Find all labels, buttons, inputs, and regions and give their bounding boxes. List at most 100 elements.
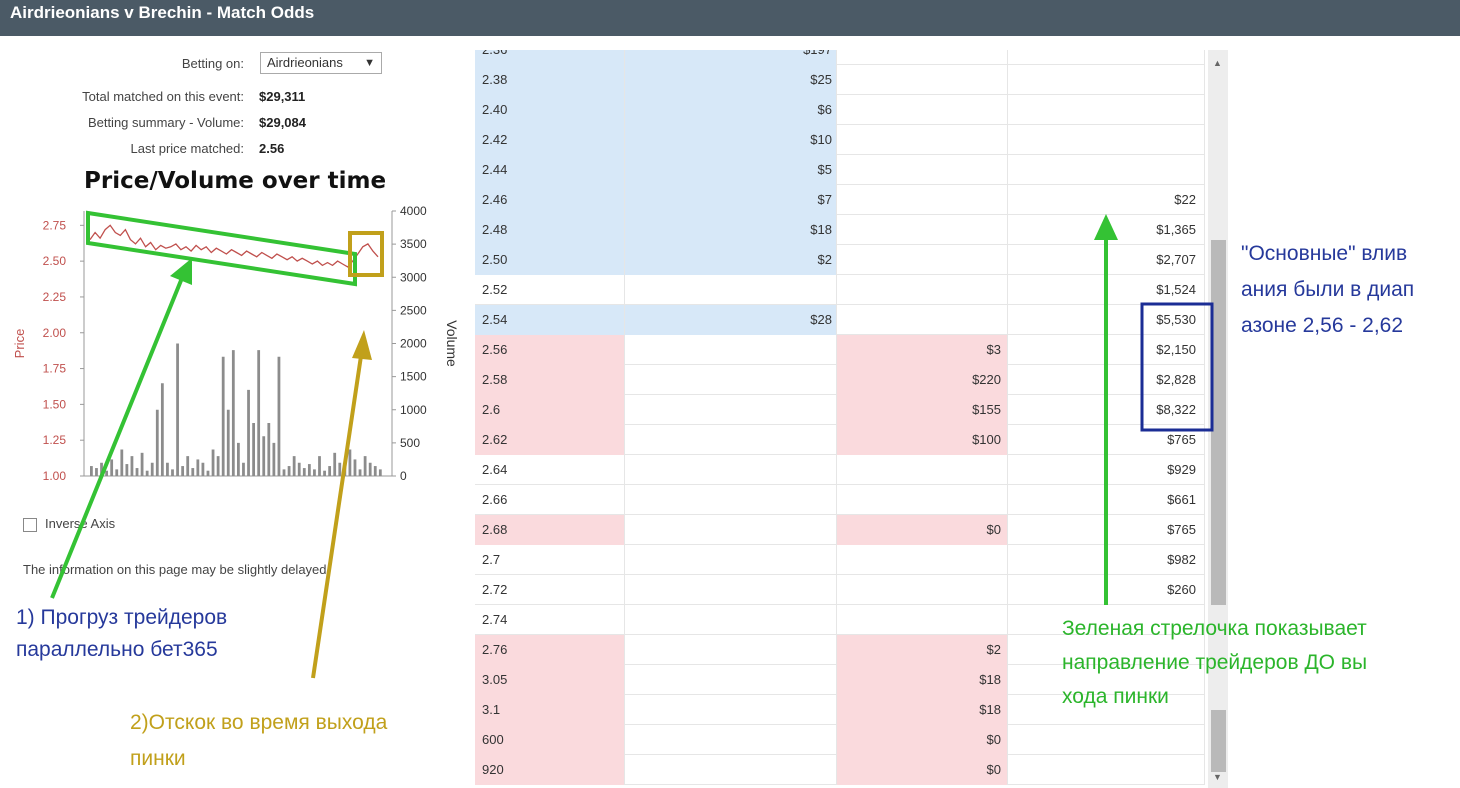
ladder-back-cell[interactable]: $28 — [625, 305, 837, 335]
ladder-price[interactable]: 2.58 — [475, 365, 625, 395]
ladder-lay-cell[interactable] — [837, 275, 1008, 305]
inverse-axis-row[interactable]: Inverse Axis — [23, 514, 115, 534]
ladder-back-cell[interactable] — [625, 635, 837, 665]
scroll-up-icon[interactable]: ▲ — [1213, 58, 1222, 68]
ladder-back-cell[interactable] — [625, 605, 837, 635]
ladder-back-cell[interactable] — [625, 515, 837, 545]
ladder-price[interactable]: 2.46 — [475, 185, 625, 215]
ladder-price[interactable]: 2.38 — [475, 65, 625, 95]
ladder-back-cell[interactable] — [625, 335, 837, 365]
betting-summary-label: Betting summary - Volume: — [87, 115, 244, 130]
ladder-lay-cell[interactable] — [837, 305, 1008, 335]
ladder-price[interactable]: 3.1 — [475, 695, 625, 725]
volume-bar — [90, 466, 93, 476]
volume-bar — [277, 356, 281, 476]
ladder-back-cell[interactable]: $25 — [625, 65, 837, 95]
ladder-back-cell[interactable] — [625, 485, 837, 515]
ladder-lay-cell[interactable]: $100 — [837, 425, 1008, 455]
ladder-back-cell[interactable] — [625, 395, 837, 425]
ladder-scroll-thumb-lower[interactable] — [1211, 710, 1226, 772]
ladder-lay-cell[interactable] — [837, 95, 1008, 125]
ladder-price[interactable]: 920 — [475, 755, 625, 785]
ladder-row: 2.38 $25 — [475, 65, 1205, 95]
ladder-lay-cell[interactable]: $0 — [837, 725, 1008, 755]
ladder-lay-cell[interactable] — [837, 65, 1008, 95]
ladder-price[interactable]: 2.54 — [475, 305, 625, 335]
ladder-lay-cell[interactable] — [837, 215, 1008, 245]
ladder-back-cell[interactable]: $10 — [625, 125, 837, 155]
ladder-back-cell[interactable] — [625, 755, 837, 785]
volume-bar — [323, 470, 326, 476]
ladder-price[interactable]: 2.44 — [475, 155, 625, 185]
ladder-lay-cell[interactable]: $2 — [837, 635, 1008, 665]
ladder-price[interactable]: 600 — [475, 725, 625, 755]
ladder-lay-cell[interactable] — [837, 575, 1008, 605]
ladder-back-cell[interactable] — [625, 665, 837, 695]
ladder-price[interactable]: 2.74 — [475, 605, 625, 635]
ladder-price[interactable]: 2.7 — [475, 545, 625, 575]
ladder-back-cell[interactable] — [625, 455, 837, 485]
ladder-lay-cell[interactable]: $220 — [837, 365, 1008, 395]
ladder-lay-cell[interactable] — [837, 185, 1008, 215]
scroll-down-icon[interactable]: ▼ — [1213, 772, 1222, 782]
betting-on-select[interactable]: Airdrieonians ▼ — [260, 52, 382, 74]
volume-bar — [166, 462, 169, 476]
volume-bar — [378, 469, 382, 476]
ladder-traded-cell: $1,365 — [1008, 215, 1205, 245]
inverse-axis-checkbox[interactable] — [23, 517, 37, 532]
price-tick-label: 2.75 — [43, 218, 67, 232]
ladder-price[interactable]: 2.52 — [475, 275, 625, 305]
ladder-scroll-thumb[interactable] — [1211, 240, 1226, 605]
ladder-price[interactable]: 2.40 — [475, 95, 625, 125]
ladder-back-cell[interactable] — [625, 365, 837, 395]
ladder-lay-cell[interactable]: $155 — [837, 395, 1008, 425]
ladder-back-cell[interactable]: $6 — [625, 95, 837, 125]
ladder-lay-cell[interactable] — [837, 50, 1008, 65]
ladder-back-cell[interactable]: $7 — [625, 185, 837, 215]
ladder-price[interactable]: 2.50 — [475, 245, 625, 275]
ladder-price[interactable]: 2.62 — [475, 425, 625, 455]
ladder-price[interactable]: 2.36 — [475, 50, 625, 65]
ladder-back-cell[interactable]: $2 — [625, 245, 837, 275]
volume-bar — [318, 456, 321, 476]
ladder-lay-cell[interactable] — [837, 245, 1008, 275]
ladder-lay-cell[interactable] — [837, 545, 1008, 575]
volume-bar — [348, 449, 352, 476]
ladder-back-cell[interactable] — [625, 695, 837, 725]
ladder-lay-cell[interactable]: $18 — [837, 665, 1008, 695]
ladder-lay-cell[interactable]: $0 — [837, 515, 1008, 545]
volume-bar — [313, 469, 316, 476]
ladder-back-cell[interactable] — [625, 545, 837, 575]
ladder-price[interactable]: 2.6 — [475, 395, 625, 425]
ladder-back-cell[interactable]: $5 — [625, 155, 837, 185]
ladder-price[interactable]: 2.48 — [475, 215, 625, 245]
price-tick-label: 2.25 — [43, 290, 67, 304]
ladder-price[interactable]: 3.05 — [475, 665, 625, 695]
ladder-price[interactable]: 2.76 — [475, 635, 625, 665]
ladder-lay-cell[interactable]: $0 — [837, 755, 1008, 785]
volume-bar — [125, 464, 129, 476]
ladder-lay-cell[interactable] — [837, 155, 1008, 185]
ladder-back-cell[interactable] — [625, 575, 837, 605]
ladder-lay-cell[interactable] — [837, 125, 1008, 155]
delay-notice: The information on this page may be slig… — [23, 562, 331, 577]
ladder-back-cell[interactable]: $18 — [625, 215, 837, 245]
volume-tick-label: 1000 — [400, 403, 427, 417]
ladder-price[interactable]: 2.72 — [475, 575, 625, 605]
ladder-price[interactable]: 2.42 — [475, 125, 625, 155]
ladder-back-cell[interactable] — [625, 425, 837, 455]
ladder-lay-cell[interactable] — [837, 455, 1008, 485]
ladder-lay-cell[interactable]: $18 — [837, 695, 1008, 725]
ladder-lay-cell[interactable] — [837, 485, 1008, 515]
ladder-back-cell[interactable] — [625, 275, 837, 305]
ladder-price[interactable]: 2.64 — [475, 455, 625, 485]
ladder-price[interactable]: 2.56 — [475, 335, 625, 365]
ladder-row: 2.7 $982 — [475, 545, 1205, 575]
ladder-lay-cell[interactable] — [837, 605, 1008, 635]
volume-bar — [231, 350, 235, 476]
ladder-lay-cell[interactable]: $3 — [837, 335, 1008, 365]
ladder-price[interactable]: 2.66 — [475, 485, 625, 515]
ladder-price[interactable]: 2.68 — [475, 515, 625, 545]
ladder-back-cell[interactable]: $197 — [625, 50, 837, 65]
ladder-back-cell[interactable] — [625, 725, 837, 755]
